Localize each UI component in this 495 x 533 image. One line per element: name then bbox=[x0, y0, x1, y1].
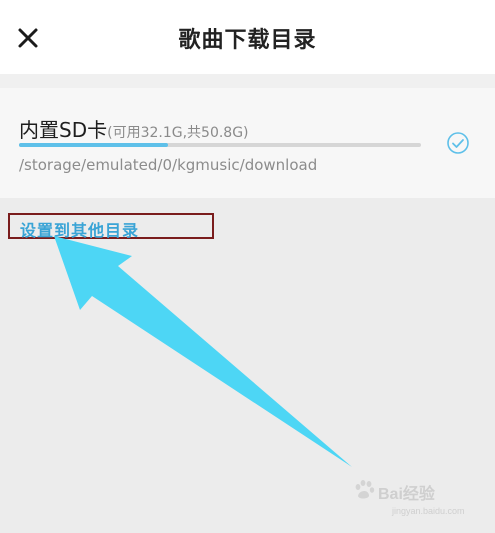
paw-icon bbox=[355, 480, 375, 499]
page-title: 歌曲下载目录 bbox=[178, 28, 317, 53]
storage-usage-bar bbox=[19, 143, 421, 147]
storage-name: 内置SD卡 bbox=[19, 118, 108, 142]
watermark-url: jingyan.baidu.com bbox=[392, 506, 465, 516]
watermark-text: Bai经验 bbox=[378, 486, 435, 503]
set-other-directory-link[interactable]: 设置到其他目录 bbox=[20, 217, 139, 241]
storage-name-line: 内置SD卡(可用32.1G,共50.8G) bbox=[19, 114, 249, 143]
divider bbox=[0, 74, 495, 88]
watermark: Bai经验 jingyan.baidu.com bbox=[352, 476, 482, 526]
set-other-directory-highlight[interactable]: 设置到其他目录 bbox=[8, 213, 214, 241]
storage-option-internal-sd[interactable]: 内置SD卡(可用32.1G,共50.8G) /storage/emulated/… bbox=[0, 88, 495, 198]
storage-path: /storage/emulated/0/kgmusic/download bbox=[19, 156, 318, 174]
storage-usage-fill bbox=[19, 143, 168, 147]
storage-capacity: (可用32.1G,共50.8G) bbox=[107, 125, 249, 141]
top-bar: 歌曲下载目录 bbox=[0, 0, 495, 74]
check-circle-icon bbox=[447, 132, 469, 154]
